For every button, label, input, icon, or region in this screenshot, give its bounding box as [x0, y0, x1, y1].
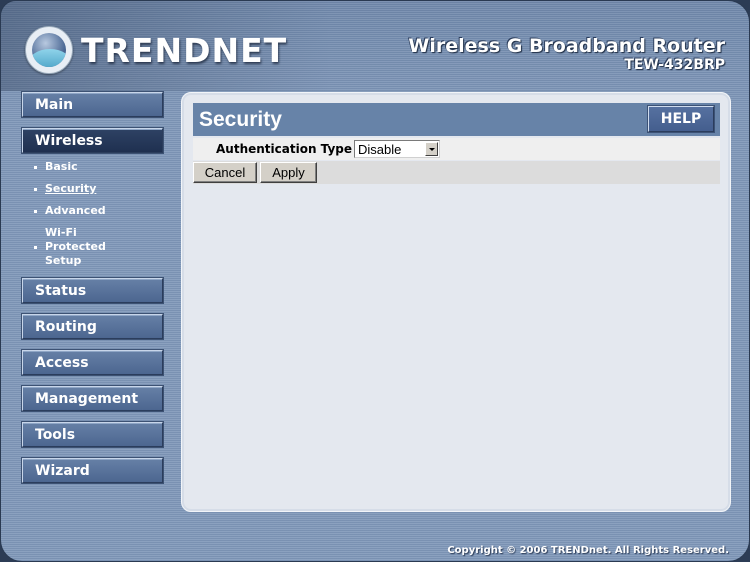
subnav-wifi-protected-setup[interactable]: Wi-Fi Protected Setup	[34, 226, 165, 268]
nav-management[interactable]: Management	[22, 386, 163, 411]
panel-header: Security HELP	[193, 103, 720, 136]
auth-type-select[interactable]: Disable	[354, 140, 440, 158]
nav-wizard[interactable]: Wizard	[22, 458, 163, 483]
product-title: Wireless G Broadband Router	[408, 35, 725, 57]
nav-main[interactable]: Main	[22, 92, 163, 117]
auth-type-label: Authentication Type	[216, 142, 352, 156]
product-model: TEW-432BRP	[624, 57, 725, 73]
bullet-icon	[34, 187, 37, 191]
nav-routing[interactable]: Routing	[22, 314, 163, 339]
nav-wireless[interactable]: Wireless	[22, 128, 163, 153]
trendnet-globe-icon	[25, 26, 73, 74]
subnav-advanced[interactable]: Advanced	[34, 204, 165, 218]
trendnet-logo: TRENDNET	[25, 25, 287, 75]
bullet-icon	[34, 209, 37, 213]
bullet-icon	[34, 245, 37, 249]
action-buttons-row: Cancel Apply	[193, 161, 720, 184]
auth-type-value: Disable	[358, 141, 402, 157]
chevron-down-icon[interactable]	[425, 142, 438, 156]
nav-access[interactable]: Access	[22, 350, 163, 375]
wireless-subnav: Basic Security Advanced Wi-Fi Protected …	[34, 160, 165, 268]
apply-button[interactable]: Apply	[260, 162, 317, 183]
brand-name: TRENDNET	[81, 30, 288, 70]
page-title: Security	[199, 108, 282, 131]
subnav-basic[interactable]: Basic	[34, 160, 165, 174]
auth-type-row: Authentication Type Disable	[193, 138, 720, 160]
nav-status[interactable]: Status	[22, 278, 163, 303]
router-admin-frame: TRENDNET Wireless G Broadband Router TEW…	[0, 0, 750, 562]
help-button[interactable]: HELP	[648, 106, 714, 132]
copyright-text: Copyright © 2006 TRENDnet. All Rights Re…	[447, 545, 729, 556]
content-panel: Security HELP Authentication Type Disabl…	[181, 92, 731, 512]
subnav-security[interactable]: Security	[34, 182, 165, 196]
nav-tools[interactable]: Tools	[22, 422, 163, 447]
cancel-button[interactable]: Cancel	[193, 162, 257, 183]
sidebar-nav: Main Wireless Basic Security Advanced Wi…	[22, 92, 165, 494]
bullet-icon	[34, 165, 37, 169]
